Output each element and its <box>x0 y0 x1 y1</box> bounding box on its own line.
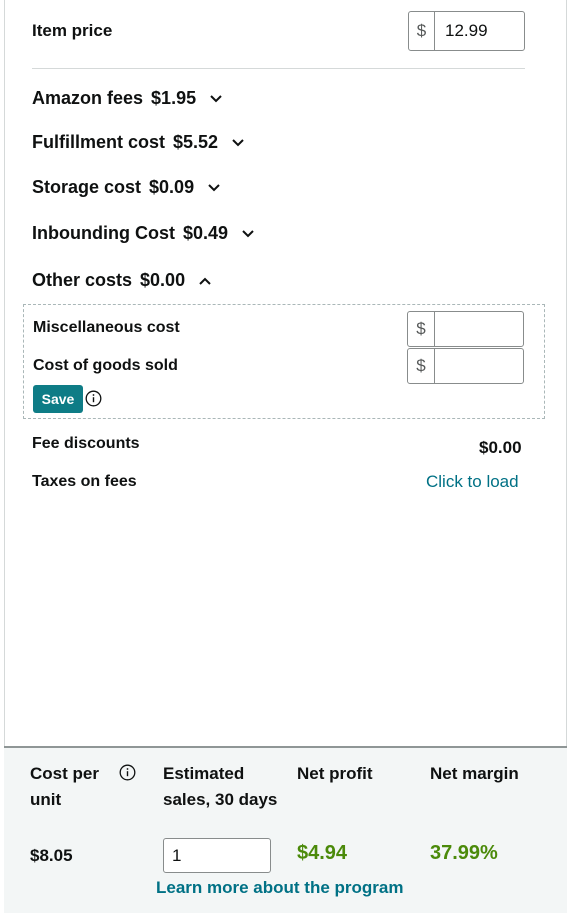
info-icon[interactable] <box>85 390 102 407</box>
item-price-label: Item price <box>32 21 113 40</box>
misc-cost-input[interactable]: $ <box>407 311 524 347</box>
net-margin-value: 37.99% <box>430 842 498 864</box>
net-profit-label: Net profit <box>297 764 373 783</box>
chevron-up-icon[interactable] <box>199 275 211 287</box>
fee-discounts-label: Fee discounts <box>32 435 140 452</box>
currency-symbol: $ <box>408 312 435 346</box>
fee-row-fulfillment-cost[interactable]: Fulfillment cost $5.52 <box>32 132 244 153</box>
cost-per-unit-label: Cost per unit <box>30 764 99 809</box>
cogs-input[interactable]: $ <box>407 348 524 384</box>
fee-amount: $0.49 <box>182 223 229 243</box>
net-margin-label: Net margin <box>430 764 519 783</box>
misc-cost-label: Miscellaneous cost <box>33 319 180 336</box>
chevron-down-icon[interactable] <box>242 228 254 240</box>
cost-per-unit-value: $8.05 <box>30 846 73 865</box>
fee-label: Fulfillment cost <box>32 132 166 152</box>
fee-label: Other costs <box>32 270 133 290</box>
info-icon[interactable] <box>119 764 136 781</box>
fee-amount: $1.95 <box>151 88 197 108</box>
cogs-label: Cost of goods sold <box>33 357 178 374</box>
estimated-sales-input[interactable]: 1 <box>163 838 271 873</box>
fee-row-storage-cost[interactable]: Storage cost $0.09 <box>32 177 220 198</box>
fee-discounts-value: $0.00 <box>479 438 522 457</box>
fee-amount: $0.09 <box>149 177 195 197</box>
fee-row-amazon-fees[interactable]: Amazon fees $1.95 <box>32 88 222 109</box>
net-profit-value: $4.94 <box>297 842 348 864</box>
currency-symbol: $ <box>408 349 435 383</box>
chevron-down-icon[interactable] <box>208 182 220 194</box>
fee-label: Inbounding Cost <box>32 223 175 243</box>
click-to-load-link[interactable]: Click to load <box>426 472 519 492</box>
fee-row-inbounding-cost[interactable]: Inbounding Cost $0.49 <box>32 223 254 244</box>
save-button[interactable]: Save <box>33 385 83 413</box>
misc-cost-value[interactable] <box>435 312 523 346</box>
estimated-sales-label: Estimated sales, 30 days <box>163 764 278 809</box>
learn-more-link[interactable]: Learn more about the program <box>156 878 403 898</box>
fee-amount: $5.52 <box>173 132 219 152</box>
fee-row-other-costs[interactable]: Other costs $0.00 <box>32 270 211 291</box>
chevron-down-icon[interactable] <box>232 137 244 149</box>
fee-amount: $0.00 <box>140 270 186 290</box>
taxes-on-fees-label: Taxes on fees <box>32 473 137 490</box>
item-price-value[interactable]: 12.99 <box>435 12 524 50</box>
cogs-value[interactable] <box>435 349 523 383</box>
item-price-input[interactable]: $ 12.99 <box>408 11 525 51</box>
chevron-down-icon[interactable] <box>210 93 222 105</box>
profit-summary: Cost per unit Estimated sales, 30 days N… <box>4 746 567 913</box>
fee-label: Amazon fees <box>32 88 144 108</box>
currency-symbol: $ <box>409 12 435 50</box>
fee-label: Storage cost <box>32 177 142 197</box>
divider <box>32 68 525 69</box>
